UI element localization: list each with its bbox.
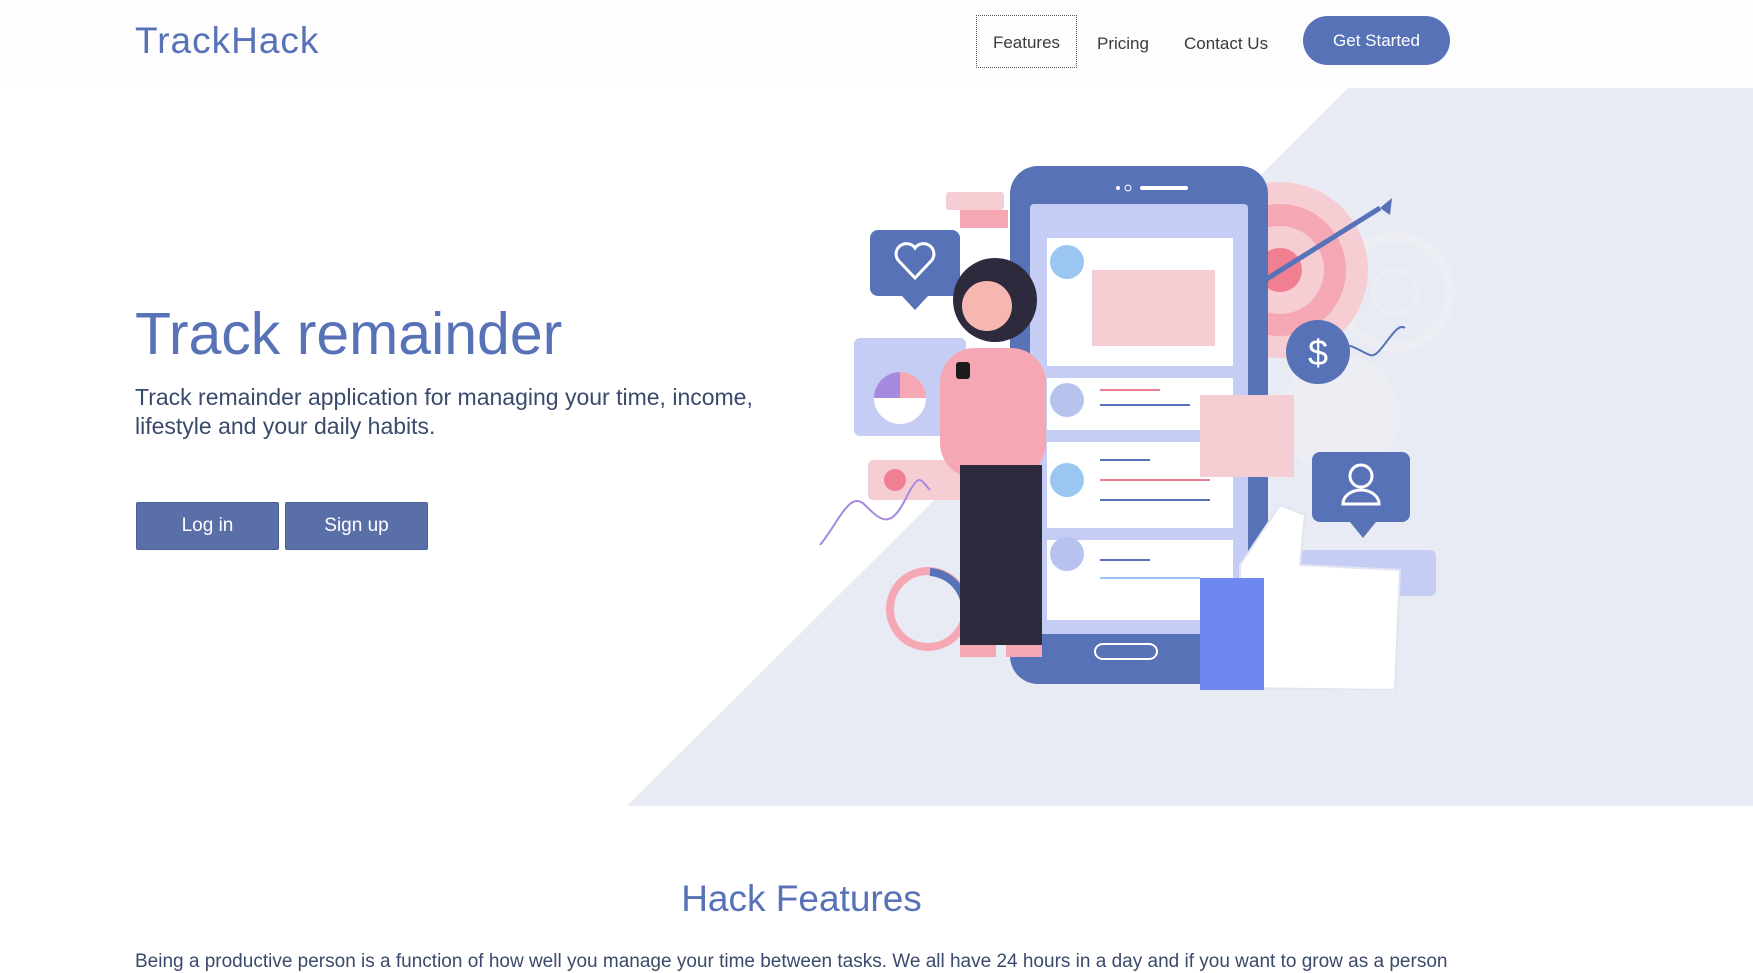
hero-illustration: $ (819, 166, 1455, 690)
hero-title: Track remainder (135, 301, 563, 367)
pink-bar (960, 210, 1008, 228)
heart-icon (870, 230, 960, 310)
nav-pricing[interactable]: Pricing (1097, 34, 1149, 54)
features-title: Hack Features (681, 878, 922, 919)
dollar-icon: $ (1286, 320, 1350, 384)
login-button[interactable]: Log in (136, 502, 279, 550)
user-icon (1312, 452, 1410, 538)
signup-button[interactable]: Sign up (285, 502, 428, 550)
nav-features[interactable]: Features (976, 15, 1077, 68)
hero-subtitle: Track remainder application for managing… (135, 384, 753, 439)
note-card (1200, 395, 1294, 477)
check-icon (884, 469, 906, 491)
site-header: TrackHack Features Pricing Contact Us Ge… (0, 0, 1753, 88)
dots-chip (946, 192, 1004, 210)
dollar-symbol: $ (1308, 332, 1328, 373)
brand-logo[interactable]: TrackHack (135, 20, 319, 62)
features-body: Being a productive person is a function … (135, 951, 1448, 972)
cuff (1200, 578, 1264, 690)
get-started-button[interactable]: Get Started (1303, 16, 1450, 65)
person-figure (940, 258, 1046, 657)
nav-contact-us[interactable]: Contact Us (1184, 34, 1268, 54)
